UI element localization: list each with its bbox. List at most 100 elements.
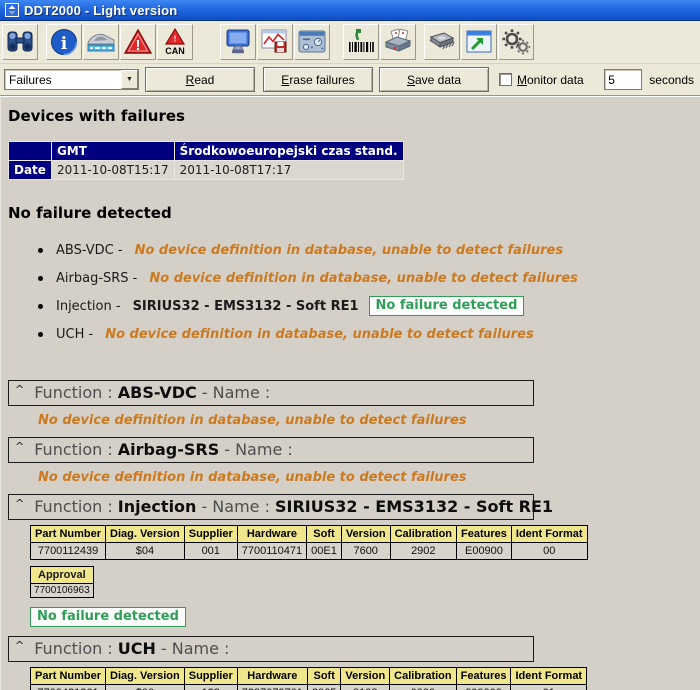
supplier-value: 133 [183,684,238,690]
interval-group: seconds [604,69,696,90]
col-diag-version: Diag. Version [105,525,185,543]
function-header-injection[interactable]: ^ Function : Injection - Name : SIRIUS32 - E… [8,494,553,520]
data-type-select[interactable]: Failures ▼ [4,69,139,90]
svg-text:i: i [61,34,68,54]
titlebar[interactable]: DDT2000 - Light version [0,0,700,21]
version-value: 7600 [340,542,391,560]
col-part-number: Part Number [29,667,107,685]
approval-value: 7700106963 [30,583,94,598]
bullet-icon [38,303,43,309]
monitor-data-checkbox[interactable] [499,73,512,86]
save-data-button[interactable]: Save data [379,67,489,92]
svg-text:!: ! [174,35,177,44]
barcode-button[interactable] [343,24,379,60]
collapse-caret-icon[interactable]: ^ [15,440,24,453]
hardware-value: 7700110471 [236,542,308,560]
col-calibration: Calibration [389,525,458,543]
gears-icon [502,29,531,55]
bullet-icon [38,275,43,281]
col-part-number: Part Number [29,525,107,543]
monitor-icon [226,29,250,54]
measurement-panel-icon [298,30,326,53]
function-status-message: No device definition in database, unable… [38,470,467,485]
supplier-value: 001 [183,542,238,560]
diag-version-value: $04 [105,542,185,560]
soft-value: 00E1 [306,542,342,560]
open-window-button[interactable] [461,24,497,60]
card-reader-button[interactable] [380,24,416,60]
col-version: Version [340,667,391,685]
function-header-abs-vdc[interactable]: ^ Function : ABS-VDC - Name : [8,380,534,406]
injection-ident-table: Part Number Diag. Version Supplier Hardw… [29,525,588,560]
can-failure-button[interactable]: ! CAN [157,24,193,60]
device-status-message: No device definition in database, unable… [134,242,564,258]
device-status-message: No device definition in database, unable… [149,270,578,286]
col-features: Features [456,525,512,543]
svg-text:CAN: CAN [165,46,185,56]
col-version: Version [340,525,391,543]
ident-format-value: 01 [510,684,588,690]
graph-save-button[interactable] [257,24,293,60]
device-detail: SIRIUS32 - EMS3132 - Soft RE1 [132,298,359,314]
collapse-caret-icon[interactable]: ^ [15,639,24,652]
search-button[interactable] [2,24,38,60]
part-number-value: 7700112439 [29,542,107,560]
col-supplier: Supplier [183,667,238,685]
settings-button[interactable] [498,24,534,60]
uch-ident-table: Part Number Diag. Version Supplier Hardw… [29,667,588,690]
device-name: ABS-VDC - [56,242,123,258]
function-sections: ^ Function : ABS-VDC - Name : No device def… [8,380,692,690]
ident-format-value: 00 [510,542,588,560]
date-table-corner [8,141,52,161]
date-table-header-row: GMT Środkowoeuropejski czas stand. [8,141,404,161]
gmt-value: 2011-10-08T15:17 [50,160,175,180]
open-window-icon [466,30,492,53]
col-soft: Soft [306,525,342,543]
date-table-row: Date 2011-10-08T15:17 2011-10-08T17:17 [8,160,404,180]
calibration-value: 0000 [389,684,457,690]
col-features: Features [455,667,512,685]
device-name: Injection - [56,298,121,314]
ident-table-header-row: Part Number Diag. Version Supplier Hardw… [29,667,588,685]
can-warning-icon: ! CAN [164,27,186,56]
collapse-caret-icon[interactable]: ^ [15,497,24,510]
collapse-caret-icon[interactable]: ^ [15,383,24,396]
local-time-value: 2011-10-08T17:17 [173,160,404,180]
chip-button[interactable] [424,24,460,60]
function-device: Injection [117,497,197,516]
approval-table: Approval 7700106963 [30,566,94,598]
monitor-button[interactable] [220,24,256,60]
version-value: 0108 [340,684,391,690]
binoculars-icon [7,31,33,52]
vehicle-icon [87,33,115,52]
function-device: ABS-VDC [117,383,197,402]
device-name: Airbag-SRS - [56,270,138,286]
info-button[interactable]: i [46,24,82,60]
function-header-airbag-srs[interactable]: ^ Function : Airbag-SRS - Name : [8,437,534,463]
hardware-value: 7337079701 [236,684,308,690]
approval-header: Approval [30,566,94,584]
chevron-down-icon[interactable]: ▼ [121,70,138,89]
app-icon [5,3,19,17]
read-button[interactable]: Read [145,67,255,92]
failure-warning-button[interactable]: ! [120,24,156,60]
interval-input[interactable] [604,69,643,90]
card-reader-icon [384,28,412,52]
function-header-uch[interactable]: ^ Function : UCH - Name : [8,636,534,662]
gmt-column-header: GMT [50,141,175,161]
device-status-message: No device definition in database, unable… [105,326,534,342]
no-failure-badge: No failure detected [368,296,525,316]
bullet-icon [38,247,43,253]
chip-icon [429,32,455,50]
function-label: Function : [34,639,113,658]
barcode-icon [349,28,374,52]
erase-failures-button[interactable]: Erase failures [263,67,373,92]
calibration-value: 2902 [389,542,458,560]
name-label: - Name : [160,639,230,658]
vehicle-button[interactable] [83,24,119,60]
measurement-panel-button[interactable] [294,24,330,60]
ident-table-data-row: 7700421261 $00 133 7337079701 8065 0108 … [29,684,588,690]
app-window: DDT2000 - Light version i ! ! CAN Failur… [0,0,700,690]
graph-save-icon [261,29,287,53]
ident-table-data-row: 7700112439 $04 001 7700110471 00E1 7600 … [29,542,588,560]
